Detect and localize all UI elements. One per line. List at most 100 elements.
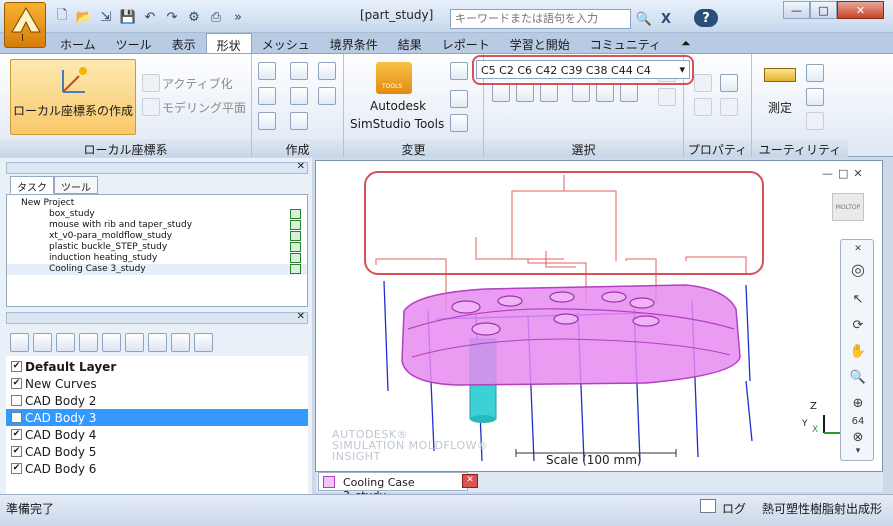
tree-study[interactable]: mouse with rib and taper_study	[7, 220, 307, 231]
application-menu-button[interactable]: I	[4, 2, 46, 48]
tree-study[interactable]: plastic buckle_STEP_study	[7, 242, 307, 253]
measure-button[interactable]: 測定	[768, 99, 792, 116]
grid-icon[interactable]	[450, 90, 468, 108]
print-icon[interactable]: ⎙	[206, 7, 226, 27]
layer-item[interactable]: ✔ CAD Body 4	[6, 426, 308, 443]
search-input[interactable]	[450, 9, 631, 29]
select-expand-icon[interactable]	[516, 84, 534, 102]
curve-icon[interactable]	[258, 87, 276, 105]
layer-props-icon[interactable]	[125, 333, 144, 352]
close-icon[interactable]: ✕	[297, 311, 305, 322]
qat-more-icon[interactable]: »	[228, 7, 248, 27]
binoculars-icon[interactable]: 🔍	[634, 9, 654, 29]
tree-study[interactable]: induction heating_study	[7, 253, 307, 264]
tab-tool[interactable]: ツール	[54, 176, 98, 194]
open-layer-icon[interactable]	[33, 333, 52, 352]
segment-icon[interactable]	[290, 62, 308, 80]
tree-study[interactable]: box_study	[7, 209, 307, 220]
ruler-icon[interactable]	[764, 68, 796, 82]
close-icon[interactable]: ✕	[297, 161, 305, 172]
transform-icon[interactable]	[450, 62, 468, 80]
save-icon[interactable]: 💾	[118, 7, 138, 27]
rotate-icon[interactable]: ⟳	[848, 318, 868, 336]
log-icon[interactable]	[700, 499, 716, 513]
tab-view[interactable]: 表示	[162, 33, 206, 54]
checkbox-unchecked[interactable]	[11, 395, 22, 406]
select-invert-icon[interactable]	[620, 84, 638, 102]
model-viewport[interactable]: AUTODESK® SIMULATION MOLDFLOW® INSIGHT S…	[315, 160, 883, 472]
modeling-plane-button[interactable]: モデリング平面	[162, 99, 246, 116]
close-tab-icon[interactable]: ✕	[462, 474, 478, 488]
log-button[interactable]: ログ	[722, 500, 746, 517]
tab-task[interactable]: タスク	[10, 176, 54, 194]
tab-results[interactable]: 結果	[388, 33, 432, 54]
steering-wheel-icon[interactable]: ◎	[848, 260, 868, 279]
node-icon[interactable]	[318, 62, 336, 80]
query-icon[interactable]	[806, 88, 824, 106]
layer-item[interactable]: ✔ Default Layer	[6, 358, 308, 375]
select-layer-icon[interactable]	[540, 84, 558, 102]
checkbox-checked[interactable]: ✔	[11, 463, 22, 474]
pan-hand-icon[interactable]: ✋	[848, 344, 868, 362]
simstudio-label-line1[interactable]: Autodesk	[370, 99, 426, 113]
tab-geometry[interactable]: 形状	[205, 33, 252, 54]
tab-report[interactable]: レポート	[432, 33, 500, 54]
zoom-icon[interactable]: 🔍	[848, 370, 868, 388]
edit-layer-icon[interactable]	[79, 333, 98, 352]
select-by-icon[interactable]	[492, 84, 510, 102]
tab-community[interactable]: コミュニティ	[580, 33, 671, 54]
checkbox-checked[interactable]: ✔	[11, 446, 22, 457]
document-tab[interactable]: Cooling Case 3_study	[318, 472, 468, 502]
simstudio-tools-icon[interactable]: TOOLS	[376, 62, 412, 94]
restore-button[interactable]: □	[810, 1, 837, 19]
tree-study[interactable]: xt_v0-para_moldflow_study	[7, 231, 307, 242]
activate-button[interactable]: アクティブ化	[162, 75, 233, 92]
checkbox-unchecked[interactable]	[11, 412, 22, 423]
excel-x-icon[interactable]: X	[656, 9, 676, 29]
boundary-icon[interactable]	[318, 87, 336, 105]
tab-learning[interactable]: 学習と開始	[500, 33, 580, 54]
layer-item[interactable]: ✔ CAD Body 6	[6, 460, 308, 477]
redo-icon[interactable]: ↷	[162, 7, 182, 27]
tab-tools[interactable]: ツール	[106, 33, 162, 54]
layer-item[interactable]: CAD Body 2	[6, 392, 308, 409]
help-button[interactable]: ?	[694, 9, 718, 27]
checkbox-checked[interactable]: ✔	[11, 429, 22, 440]
create-local-cs-button[interactable]: ローカル座標系の作成	[10, 59, 136, 135]
select-mesh-icon[interactable]	[596, 84, 614, 102]
diamond-icon[interactable]	[258, 112, 276, 130]
checkbox-checked[interactable]: ✔	[11, 361, 22, 372]
nozzle-icon[interactable]	[450, 114, 468, 132]
open-folder-icon[interactable]: 📂	[74, 7, 94, 27]
check-layer-icon[interactable]	[56, 333, 75, 352]
close-button[interactable]: ✕	[837, 1, 884, 19]
minimize-button[interactable]: —	[783, 1, 810, 19]
import-icon[interactable]: ⇲	[96, 7, 116, 27]
collapse-layer-icon[interactable]	[171, 333, 190, 352]
viewport-window-controls[interactable]: —□✕	[822, 167, 868, 180]
select-prop-icon[interactable]	[572, 84, 590, 102]
region-icon[interactable]	[290, 87, 308, 105]
line-icon[interactable]	[258, 62, 276, 80]
tab-mesh[interactable]: メッシュ	[252, 33, 320, 54]
settings-icon[interactable]: ⚙	[184, 7, 204, 27]
navbar-more-icon[interactable]: ▾	[848, 446, 868, 464]
zoom-window-icon[interactable]: ⊕	[848, 396, 868, 414]
simstudio-label-line2[interactable]: SimStudio Tools	[350, 117, 444, 131]
layer-item[interactable]: ✔ CAD Body 5	[6, 443, 308, 460]
layer-item[interactable]: ✔ New Curves	[6, 375, 308, 392]
checkbox-checked[interactable]: ✔	[11, 378, 22, 389]
new-project-icon[interactable]: 🗋	[52, 7, 72, 27]
add-view-icon[interactable]	[806, 64, 824, 82]
select-arrow-icon[interactable]: ↖	[848, 292, 868, 310]
ribbon-minimize-icon[interactable]: ⏶	[671, 33, 701, 54]
expand-layer-icon[interactable]	[148, 333, 167, 352]
remove-layer-icon[interactable]	[194, 333, 213, 352]
tab-home[interactable]: ホーム	[50, 33, 106, 54]
undo-icon[interactable]: ↶	[140, 7, 160, 27]
property-delete-icon[interactable]	[720, 74, 738, 92]
tab-boundary-conditions[interactable]: 境界条件	[320, 33, 388, 54]
new-layer-icon[interactable]	[10, 333, 29, 352]
layer-item-selected[interactable]: CAD Body 3	[6, 409, 308, 426]
delete-layer-icon[interactable]	[102, 333, 121, 352]
